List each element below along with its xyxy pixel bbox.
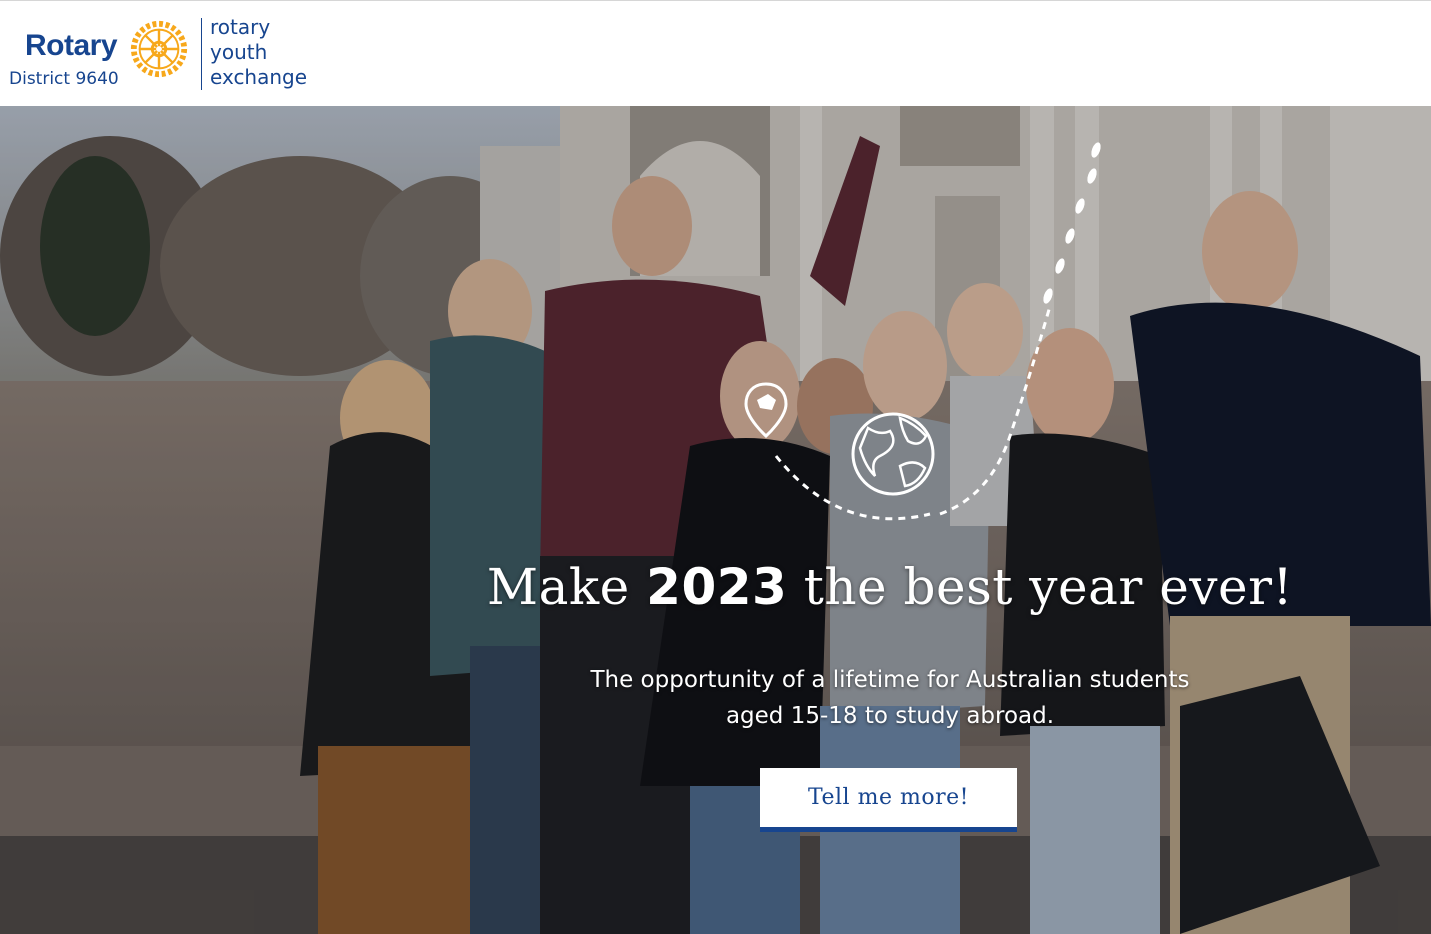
hero-title: Make 2023 the best year ever!	[400, 558, 1380, 616]
hero-subtitle-line: aged 15-18 to study abroad.	[725, 703, 1055, 729]
logo-program-line: youth	[210, 40, 268, 64]
site-header: Rotary District 9640 rotary youth exchan…	[0, 0, 1431, 105]
hero-overlay	[0, 106, 1431, 934]
rotary-wheel-icon	[130, 20, 188, 78]
hero-title-year: 2023	[646, 558, 788, 616]
logo-program-line: exchange	[210, 65, 308, 89]
logo-brand: Rotary	[25, 29, 118, 62]
globe-icon	[851, 412, 935, 496]
logo-program-name: rotary youth exchange	[210, 15, 307, 90]
tell-me-more-button[interactable]: Tell me more!	[760, 768, 1017, 832]
hero-subtitle-line: The opportunity of a lifetime for Austra…	[590, 667, 1190, 693]
rotary-youth-exchange-logo[interactable]: Rotary District 9640 rotary youth exchan…	[8, 13, 308, 95]
hero-banner: Make 2023 the best year ever! The opport…	[0, 106, 1431, 934]
location-pin-icon	[744, 382, 788, 439]
journey-graphic	[744, 142, 1101, 521]
logo-program-line: rotary	[210, 15, 271, 39]
logo-district: District 9640	[9, 69, 119, 89]
logo-divider	[201, 18, 202, 90]
footprints-icon	[1043, 142, 1101, 304]
hero-title-prefix: Make	[486, 558, 647, 616]
hero-subtitle: The opportunity of a lifetime for Austra…	[540, 662, 1240, 734]
hero-title-suffix: the best year ever!	[787, 558, 1294, 616]
